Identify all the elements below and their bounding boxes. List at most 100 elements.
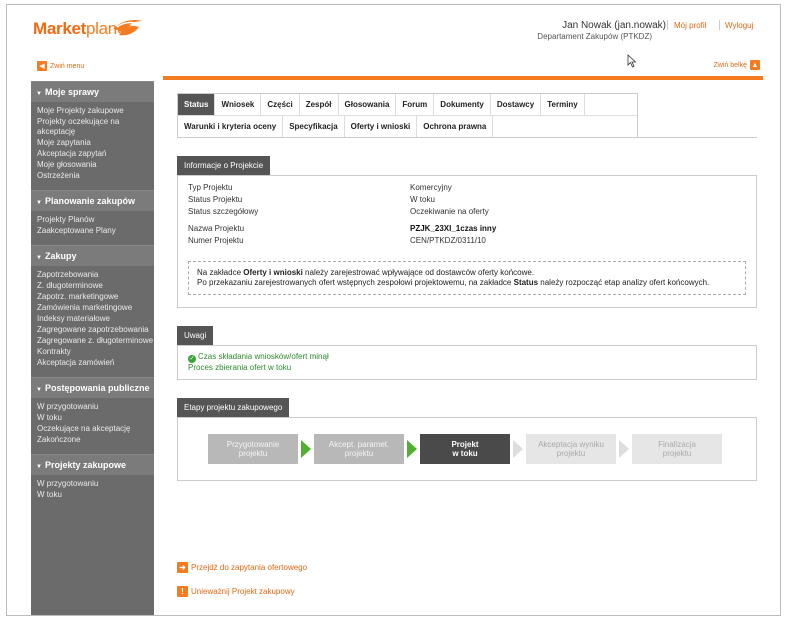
main-content: Status Wniosek Części Zespół Głosowania … <box>177 93 767 481</box>
section-title-text: Moje sprawy <box>44 87 99 97</box>
sidebar-item[interactable]: Indeksy materiałowe <box>37 314 154 325</box>
check-circle-icon: ✓ <box>188 355 196 363</box>
stage-label: Przygotowanie <box>226 440 280 449</box>
collapse-bar-button[interactable]: Zwiń belkę ▲ <box>714 60 760 70</box>
my-profile-link[interactable]: Mój profil <box>674 21 706 30</box>
sidebar-section-title[interactable]: ▼ Moje sprawy <box>31 81 154 102</box>
sidebar-item[interactable]: Zaakceptowane Plany <box>37 226 154 237</box>
sidebar-item[interactable]: Zapotrz. marketingowe <box>37 292 154 303</box>
remarks-heading: Uwagi <box>177 326 214 345</box>
stage-label: Akceptacja wyniku <box>538 440 604 449</box>
stage-label: Projekt <box>451 440 479 449</box>
sidebar-section-title[interactable]: ▼ Postępowania publiczne <box>31 377 154 398</box>
tab-specyfikacja[interactable]: Specyfikacja <box>283 116 345 137</box>
tab-terminy[interactable]: Terminy <box>541 94 585 115</box>
logout-link[interactable]: Wyloguj <box>725 21 753 30</box>
note-bold-text: Oferty i wnioski <box>243 268 303 277</box>
sidebar-section-title[interactable]: ▼ Zakupy <box>31 245 154 266</box>
sidebar-item[interactable]: Zagregowane z. długoterminowe <box>37 336 154 347</box>
section-title-text: Planowanie zakupów <box>44 196 135 206</box>
triangle-down-icon: ▼ <box>36 255 42 261</box>
info-row: Numer Projektu CEN/PTKDZ/0311/10 <box>188 235 746 247</box>
chevron-right-icon <box>301 440 311 458</box>
stage-label: projektu <box>238 449 268 458</box>
note-text: Na zakładce <box>197 268 244 277</box>
tab-zespol[interactable]: Zespół <box>300 94 339 115</box>
collapse-menu-label: Zwiń menu <box>50 62 85 70</box>
stage-label: Finalizacja <box>658 440 696 449</box>
sidebar-item[interactable]: W przygotowaniu <box>37 479 154 490</box>
sidebar-item[interactable]: Moje głosowania <box>37 160 154 171</box>
header-separator <box>719 20 720 30</box>
goto-inquiry-link[interactable]: ➜ Przejdź do zapytania ofertowego <box>177 562 307 573</box>
sidebar-item[interactable]: W przygotowaniu <box>37 402 154 413</box>
tab-warunki[interactable]: Warunki i kryteria oceny <box>178 116 284 137</box>
sidebar-item[interactable]: Moje zapytania <box>37 138 154 149</box>
note-line: Po przekazaniu zarejestrowanych ofert ws… <box>197 278 737 288</box>
sidebar-item[interactable]: W toku <box>37 413 154 424</box>
sidebar-section-my-cases: ▼ Moje sprawy Moje Projekty zakupowe Proj… <box>31 81 154 184</box>
arrow-right-icon: ➜ <box>177 562 188 573</box>
tab-czesci[interactable]: Części <box>261 94 300 115</box>
sidebar-item[interactable]: Moje Projekty zakupowe <box>37 106 154 117</box>
sidebar-item[interactable]: Kontrakty <box>37 347 154 358</box>
tab-bar: Status Wniosek Części Zespół Głosowania … <box>177 93 638 137</box>
sidebar-item[interactable]: Zakończone <box>37 435 154 446</box>
action-label: Przejdź do zapytania ofertowego <box>191 563 308 572</box>
tab-wniosek[interactable]: Wniosek <box>215 94 262 115</box>
tab-glosowania[interactable]: Głosowania <box>339 94 397 115</box>
action-label: Unieważnij Projekt zakupowy <box>191 587 295 596</box>
sidebar-item[interactable]: W toku <box>37 490 154 501</box>
stage-in-progress: Projekt w toku <box>420 434 510 464</box>
sidebar-section-title[interactable]: ▼ Projekty zakupowe <box>31 454 154 475</box>
cancel-project-link[interactable]: ! Unieważnij Projekt zakupowy <box>177 586 295 597</box>
tab-dostawcy[interactable]: Dostawcy <box>491 94 542 115</box>
section-title-text: Projekty zakupowe <box>44 460 126 470</box>
tab-ochrona-prawna[interactable]: Ochrona prawna <box>417 116 494 137</box>
tab-row: Warunki i kryteria oceny Specyfikacja Of… <box>178 115 637 137</box>
stage-preparation: Przygotowanie projektu <box>208 434 298 464</box>
tab-forum[interactable]: Forum <box>396 94 435 115</box>
info-label: Nazwa Projektu <box>188 224 245 233</box>
project-info-panel: Typ Projektu Komercyjny Status Projektu W … <box>177 175 757 308</box>
sidebar-item[interactable]: Projekty Planów <box>37 215 154 226</box>
stage-result-acceptance: Akceptacja wyniku projektu <box>526 434 616 464</box>
triangle-down-icon: ▼ <box>36 387 42 393</box>
sidebar-section-planning: ▼ Planowanie zakupów Projekty Planów Zaak… <box>31 190 154 239</box>
tab-dokumenty[interactable]: Dokumenty <box>434 94 491 115</box>
sidebar-item[interactable]: Akceptacja zamówień <box>37 358 154 369</box>
remark-collecting-offers: Proces zbierania ofert w toku <box>188 363 292 372</box>
sidebar-section-purchase-projects: ▼ Projekty zakupowe W przygotowaniu W tok… <box>31 454 154 503</box>
collapse-menu-button[interactable]: ◀ Zwiń menu <box>37 60 84 72</box>
sidebar-item[interactable]: Z. długoterminowe <box>37 281 154 292</box>
chevron-right-icon <box>513 440 523 458</box>
sidebar-section-title[interactable]: ▼ Planowanie zakupów <box>31 190 154 211</box>
remark-text: Czas składania wniosków/ofert minął <box>198 352 329 361</box>
remark-deadline-passed: ✓ Czas składania wniosków/ofert minął <box>188 352 746 363</box>
logo-swoosh-icon <box>113 20 143 36</box>
sidebar-item[interactable]: Projekty oczekujące na akceptację <box>37 117 154 138</box>
note-line: Na zakładce Oferty i wnioski należy zare… <box>197 268 737 278</box>
chevron-right-icon <box>619 440 629 458</box>
sidebar-item[interactable]: Zapotrzebowania <box>37 270 154 281</box>
sidebar-item[interactable]: Zagregowane zapotrzebowania <box>37 325 154 336</box>
tab-divider <box>177 137 757 138</box>
sidebar-item[interactable]: Akceptacja zapytań <box>37 149 154 160</box>
arrow-up-icon: ▲ <box>750 60 760 70</box>
header: Marketplanet Jan Nowak (jan.nowak) Depar… <box>7 5 780 57</box>
mouse-cursor-icon <box>627 54 637 68</box>
section-title-text: Zakupy <box>44 251 77 261</box>
info-value: Oczekiwanie na oferty <box>410 207 489 216</box>
project-name-value: PZJK_23XI_1czas inny <box>410 224 497 233</box>
sidebar-item[interactable]: Oczekujące na akceptację <box>37 424 154 435</box>
sidebar-item[interactable]: Ostrzeżenia <box>37 171 154 182</box>
sidebar-item[interactable]: Zamówienia marketingowe <box>37 303 154 314</box>
instruction-note: Na zakładce Oferty i wnioski należy zare… <box>188 261 746 295</box>
tab-oferty-i-wnioski[interactable]: Oferty i wnioski <box>345 116 418 137</box>
header-accent-bar <box>163 76 763 80</box>
tab-status[interactable]: Status <box>178 94 216 115</box>
tab-row: Status Wniosek Części Zespół Głosowania … <box>178 94 637 115</box>
info-label: Status szczegółowy <box>188 207 259 216</box>
stage-label: Akcept. paramet. <box>328 440 390 449</box>
arrow-left-icon: ◀ <box>37 61 47 71</box>
